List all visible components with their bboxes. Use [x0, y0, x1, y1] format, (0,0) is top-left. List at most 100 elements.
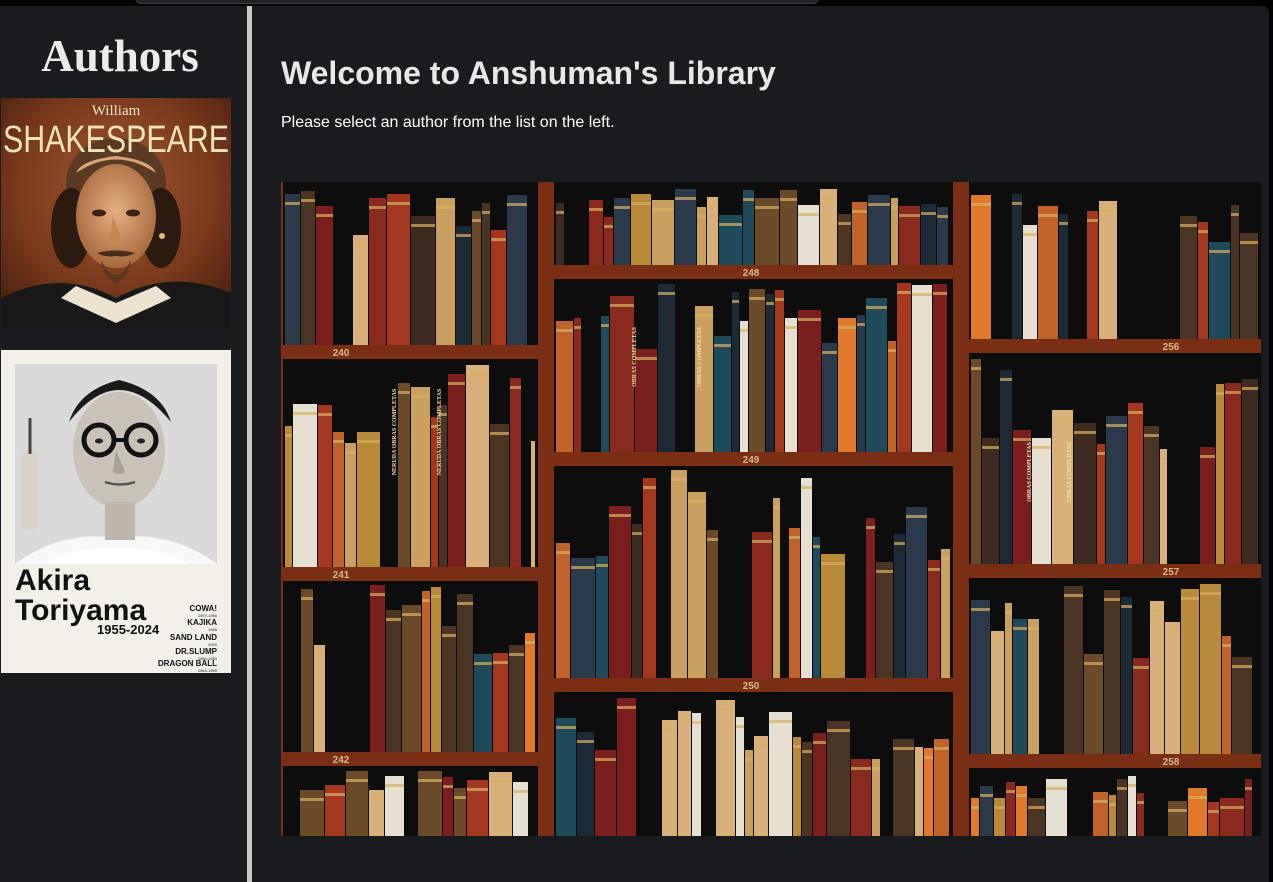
- book-spine: [472, 211, 481, 345]
- book-band: [614, 206, 630, 209]
- book-band: [857, 323, 865, 326]
- book-spine: [1028, 619, 1039, 754]
- book-spine: [1160, 449, 1167, 564]
- book-band: [556, 726, 576, 729]
- book-spine: [894, 534, 905, 678]
- book-spine: [769, 712, 792, 836]
- author-card-shakespeare[interactable]: William SHAKESPEARE: [1, 98, 231, 328]
- book-spine: [688, 492, 706, 678]
- book-band: [1231, 213, 1239, 216]
- book-spine: [300, 790, 324, 836]
- author-card-toriyama[interactable]: Akira Toriyama 1955-2024 COWA! 1997-1998…: [1, 350, 231, 673]
- book-spine: [1137, 793, 1144, 836]
- book-band: [894, 542, 905, 545]
- book-band: [688, 500, 706, 503]
- book-spine: [509, 645, 524, 752]
- book-spine: [766, 294, 774, 452]
- sidebar-title: Authors: [41, 31, 199, 81]
- book-spine: [912, 285, 932, 452]
- book-spine: [1209, 242, 1230, 339]
- book-band: [610, 304, 634, 307]
- book-band: [489, 780, 512, 783]
- shelf-label: 258: [1163, 757, 1180, 768]
- book-band: [838, 222, 851, 225]
- book-band: [1117, 787, 1127, 790]
- book-band: [801, 486, 812, 489]
- book-spine: [982, 438, 999, 564]
- book-spine: [872, 759, 880, 836]
- book-band: [971, 608, 990, 611]
- book-band: [933, 292, 947, 295]
- book-band: [928, 568, 940, 571]
- book-spine: [507, 195, 527, 345]
- book-spine: [442, 626, 456, 752]
- book-band: [369, 206, 386, 209]
- book-spine: [490, 424, 509, 567]
- book-spine: [398, 383, 410, 567]
- book-spine: [827, 721, 850, 836]
- book-spine: [369, 198, 386, 345]
- book-spine: [1028, 798, 1045, 836]
- book-band: [785, 326, 797, 329]
- book-band: [1150, 609, 1164, 612]
- book-band: [971, 203, 991, 206]
- book-band: [385, 784, 404, 787]
- toriyama-work-title: DRAGON BALL: [158, 659, 217, 668]
- book-spine: [448, 374, 465, 567]
- book-spine: [610, 296, 634, 452]
- book-spine: [1220, 798, 1244, 836]
- book-spine: [1074, 423, 1096, 564]
- book-band: [658, 292, 675, 295]
- book-spine: [1168, 801, 1187, 836]
- book-spine: [411, 387, 430, 567]
- book-spine: [456, 226, 471, 345]
- book-band: [436, 206, 455, 209]
- book-spine: [556, 543, 570, 678]
- toriyama-cover-name-line1: Akira: [15, 564, 90, 597]
- book-band: [1084, 662, 1103, 665]
- book-spine: [991, 631, 1004, 754]
- book-spine: [1222, 636, 1231, 754]
- book-spine: [604, 217, 613, 265]
- book-spine: [775, 290, 784, 452]
- shelf-label: 241: [333, 570, 350, 581]
- book-spine: [1032, 438, 1051, 564]
- book-band: [872, 767, 880, 770]
- book-band: [635, 357, 657, 360]
- book-spine: [1200, 447, 1215, 564]
- book-band: [442, 634, 456, 637]
- book-spine: [971, 195, 991, 339]
- book-spine: [692, 713, 701, 836]
- book-band: [991, 639, 1004, 642]
- book-band: [736, 725, 744, 728]
- book-band: [1200, 455, 1215, 458]
- book-band: [431, 595, 441, 598]
- book-band: [934, 747, 949, 750]
- shakespeare-cover-first-name: William: [92, 103, 141, 119]
- book-band: [678, 719, 691, 722]
- book-spine: [411, 216, 435, 345]
- book-spine: [556, 718, 576, 836]
- book-spine: [1180, 216, 1197, 339]
- book-spine: [353, 235, 368, 345]
- book-spine: [838, 214, 851, 265]
- book-band: [1121, 605, 1132, 608]
- book-band: [827, 729, 850, 732]
- book-spine: [1200, 584, 1221, 754]
- book-band: [285, 202, 300, 205]
- book-spine: [780, 190, 797, 265]
- book-spine: [632, 524, 642, 678]
- book-band: [662, 728, 677, 731]
- book-band: [285, 434, 292, 437]
- book-spine: [387, 194, 410, 345]
- book-band: [1222, 644, 1231, 647]
- book-spine: [609, 506, 631, 678]
- book-spine: [370, 585, 385, 752]
- book-band: [671, 478, 687, 481]
- book-spine: [431, 587, 441, 752]
- book-spine: [897, 283, 911, 452]
- book-spine: [318, 405, 332, 567]
- book-spine: [1099, 201, 1117, 339]
- book-band: [513, 790, 528, 793]
- toriyama-work-title: DR.SLUMP: [175, 647, 217, 656]
